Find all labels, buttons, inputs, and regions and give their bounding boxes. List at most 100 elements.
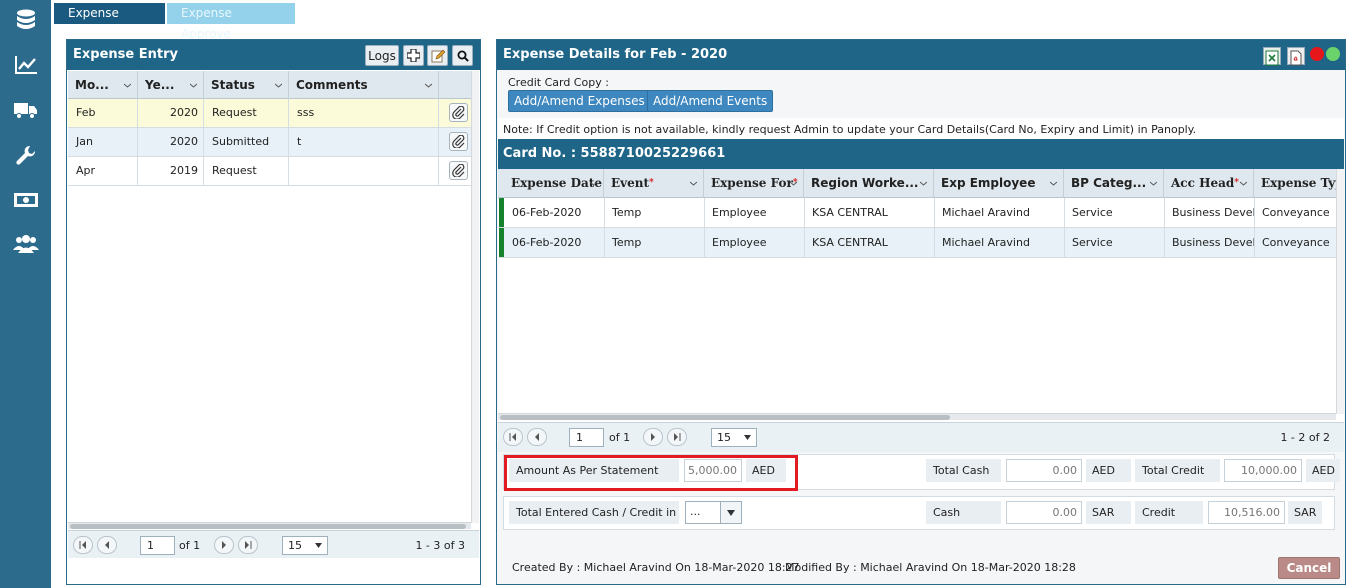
cell-expense-date: 06-Feb-2020 [505,228,605,257]
details-grid-header: Expense Date Event* Expense For* Region … [498,169,1338,198]
first-page-button[interactable] [503,428,523,446]
page-of-label: of 1 [179,539,201,552]
col-region-worked[interactable]: Region Worke... [804,169,934,198]
entered-summary-row: Total Entered Cash / Credit in ... Cash … [503,496,1335,530]
next-page-button[interactable] [643,428,663,446]
table-row[interactable]: 06-Feb-2020 Temp Employee KSA CENTRAL Mi… [499,228,1336,258]
currency-select[interactable]: ... [685,501,742,524]
cell-event: Temp [605,198,705,227]
attachment-button[interactable] [449,161,468,180]
expense-grid-header: Mo... Ye... Status Comments [68,71,471,99]
table-row[interactable]: Jan 2020 Submitted t [68,128,471,157]
col-year[interactable]: Ye... [138,71,204,99]
truck-icon[interactable] [13,98,39,122]
cash-unit: SAR [1086,501,1131,524]
col-acc-head[interactable]: Acc Head* [1164,169,1254,198]
status-red-icon [1310,47,1324,61]
pdf-export-button[interactable] [1287,47,1305,66]
last-page-icon [245,541,252,549]
total-credit-input[interactable]: 10,000.00 [1224,459,1302,482]
last-page-button[interactable] [667,428,687,446]
table-row[interactable]: Feb 2020 Request sss [68,99,471,128]
last-page-button[interactable] [238,536,258,554]
total-cash-input[interactable]: 0.00 [1006,459,1082,482]
cell-expense-for: Employee [705,198,805,227]
search-icon [457,50,469,62]
horizontal-scrollbar[interactable] [498,413,1336,420]
record-range: 1 - 3 of 3 [415,539,465,552]
prev-page-button[interactable] [527,428,547,446]
attachment-button[interactable] [449,103,468,122]
cell-event: Temp [605,228,705,257]
vertical-scrollbar[interactable] [1336,169,1344,414]
panel-title: Expense Details for Feb - 2020 [503,47,728,62]
highlight-box [504,455,798,491]
cell-bp-category: Service [1065,228,1165,257]
expense-details-header: Expense Details for Feb - 2020 [497,40,1345,70]
edit-button[interactable] [427,45,448,66]
horizontal-scrollbar[interactable] [68,522,471,529]
last-page-icon [674,433,681,441]
col-bp-category[interactable]: BP Categ... [1064,169,1164,198]
database-icon[interactable] [13,8,39,32]
cell-month: Apr [68,157,138,185]
first-page-button[interactable] [73,536,93,554]
chevron-down-icon [315,543,322,548]
prev-page-button[interactable] [97,536,117,554]
scroll-thumb[interactable] [70,524,466,529]
page-size-select[interactable]: 15 [711,428,757,447]
excel-icon [1265,50,1279,66]
left-pager: 1 of 1 15 1 - 3 of 3 [68,530,479,558]
tab-expense-approve[interactable]: Expense Approve [167,3,295,41]
tab-expense-entry[interactable]: Expense Entry [54,3,165,41]
col-status[interactable]: Status [204,71,289,99]
expense-entry-header: Expense Entry Logs [67,40,480,70]
page-size-select[interactable]: 15 [282,536,328,555]
cell-comments: t [289,128,439,156]
col-exp-employee[interactable]: Exp Employee [934,169,1064,198]
page-input[interactable]: 1 [569,428,604,447]
credit-input[interactable]: 10,516.00 [1208,501,1285,524]
wrench-icon[interactable] [13,143,39,167]
money-icon[interactable] [13,188,39,212]
credit-unit: SAR [1288,501,1322,524]
users-icon[interactable] [13,232,39,256]
col-comments[interactable]: Comments [289,71,439,99]
cell-expense-type: Conveyance [1262,236,1330,249]
col-event[interactable]: Event* [604,169,704,198]
add-amend-expenses-button[interactable]: Add/Amend Expenses [508,90,651,112]
total-cash-label: Total Cash [926,459,1001,482]
dropdown-button[interactable] [720,502,741,523]
col-month[interactable]: Mo... [68,71,138,99]
cash-input[interactable]: 0.00 [1006,501,1082,524]
chart-line-icon[interactable] [13,53,39,77]
credit-card-copy-label: Credit Card Copy : [508,76,609,89]
table-row[interactable]: Apr 2019 Request [68,157,471,186]
excel-export-button[interactable] [1263,47,1281,66]
add-amend-events-button[interactable]: Add/Amend Events [647,90,774,112]
total-cash-unit: AED [1086,459,1131,482]
next-page-button[interactable] [214,536,234,554]
attachment-button[interactable] [449,132,468,151]
table-row[interactable]: 06-Feb-2020 Temp Employee KSA CENTRAL Mi… [499,198,1336,228]
cell-region: KSA CENTRAL [805,228,935,257]
add-button[interactable] [403,45,424,66]
prev-icon [535,433,539,441]
logs-button[interactable]: Logs [365,45,399,66]
scroll-thumb[interactable] [500,415,950,420]
expense-details-grid: Expense Date Event* Expense For* Region … [498,169,1344,452]
cell-month: Jan [68,128,138,156]
search-button[interactable] [452,45,473,66]
vertical-scrollbar[interactable] [471,71,479,523]
cell-status: Request [204,99,289,127]
paperclip-icon [452,106,465,119]
cancel-button[interactable]: Cancel [1278,557,1340,579]
credit-note: Note: If Credit option is not available,… [498,118,1344,139]
col-expense-date[interactable]: Expense Date [504,169,604,198]
pdf-icon [1290,50,1302,66]
chevron-down-icon [744,435,751,440]
cell-employee: Michael Aravind [935,228,1065,257]
col-expense-type[interactable]: Expense Type* [1254,169,1338,198]
col-expense-for[interactable]: Expense For* [704,169,804,198]
page-input[interactable]: 1 [140,536,175,555]
